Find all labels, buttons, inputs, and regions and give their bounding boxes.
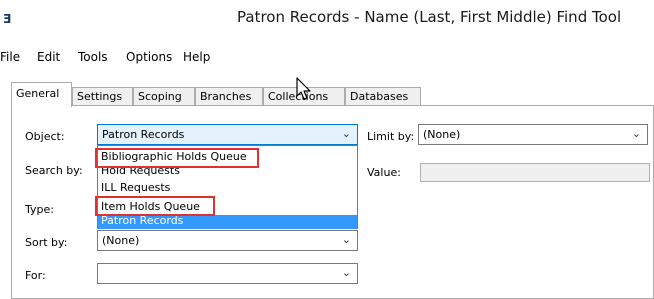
search-by-label: Search by:	[25, 164, 83, 177]
for-select[interactable]: ⌄	[97, 263, 358, 284]
limit-by-label: Limit by:	[367, 130, 415, 143]
app-icon: Ǝ	[3, 12, 12, 26]
object-label: Object:	[25, 130, 65, 143]
chevron-down-icon: ⌄	[341, 233, 351, 246]
for-label: For:	[25, 269, 46, 282]
type-label: Type:	[25, 203, 54, 216]
limit-by-select-value: (None)	[423, 128, 461, 141]
chevron-down-icon: ⌄	[631, 127, 641, 140]
menu-tools[interactable]: Tools	[78, 50, 108, 64]
sort-by-label: Sort by:	[25, 236, 68, 249]
sort-by-select-value: (None)	[102, 234, 140, 247]
tab-databases[interactable]: Databases	[345, 87, 421, 106]
value-label: Value:	[367, 166, 401, 179]
title-bar: Ǝ Patron Records - Name (Last, First Mid…	[0, 0, 654, 37]
menu-file[interactable]: File	[0, 50, 20, 64]
highlight-box-bibliographic-holds-queue	[95, 148, 259, 168]
highlight-box-item-holds-queue	[95, 196, 215, 216]
menu-options[interactable]: Options	[126, 50, 172, 64]
object-select[interactable]: Patron Records ⌄	[97, 124, 358, 145]
chevron-down-icon: ⌄	[341, 127, 351, 140]
menu-edit[interactable]: Edit	[37, 50, 60, 64]
window-title: Patron Records - Name (Last, First Middl…	[237, 8, 622, 26]
dropdown-option-ill-requests[interactable]: ILL Requests	[101, 182, 170, 194]
sort-by-select[interactable]: (None) ⌄	[97, 230, 358, 251]
object-select-value: Patron Records	[102, 128, 185, 141]
tab-general[interactable]: General	[11, 82, 72, 107]
chevron-down-icon: ⌄	[341, 266, 351, 279]
dropdown-option-patron-records[interactable]: Patron Records	[98, 215, 357, 229]
tab-bar: General Settings Scoping Branches Collec…	[11, 82, 651, 107]
tab-scoping[interactable]: Scoping	[133, 87, 195, 106]
limit-by-select[interactable]: (None) ⌄	[418, 124, 648, 145]
mouse-cursor-icon	[296, 77, 311, 100]
tab-branches[interactable]: Branches	[195, 87, 263, 106]
menu-help[interactable]: Help	[183, 50, 210, 64]
tab-settings[interactable]: Settings	[72, 87, 133, 106]
value-input[interactable]	[420, 163, 650, 182]
